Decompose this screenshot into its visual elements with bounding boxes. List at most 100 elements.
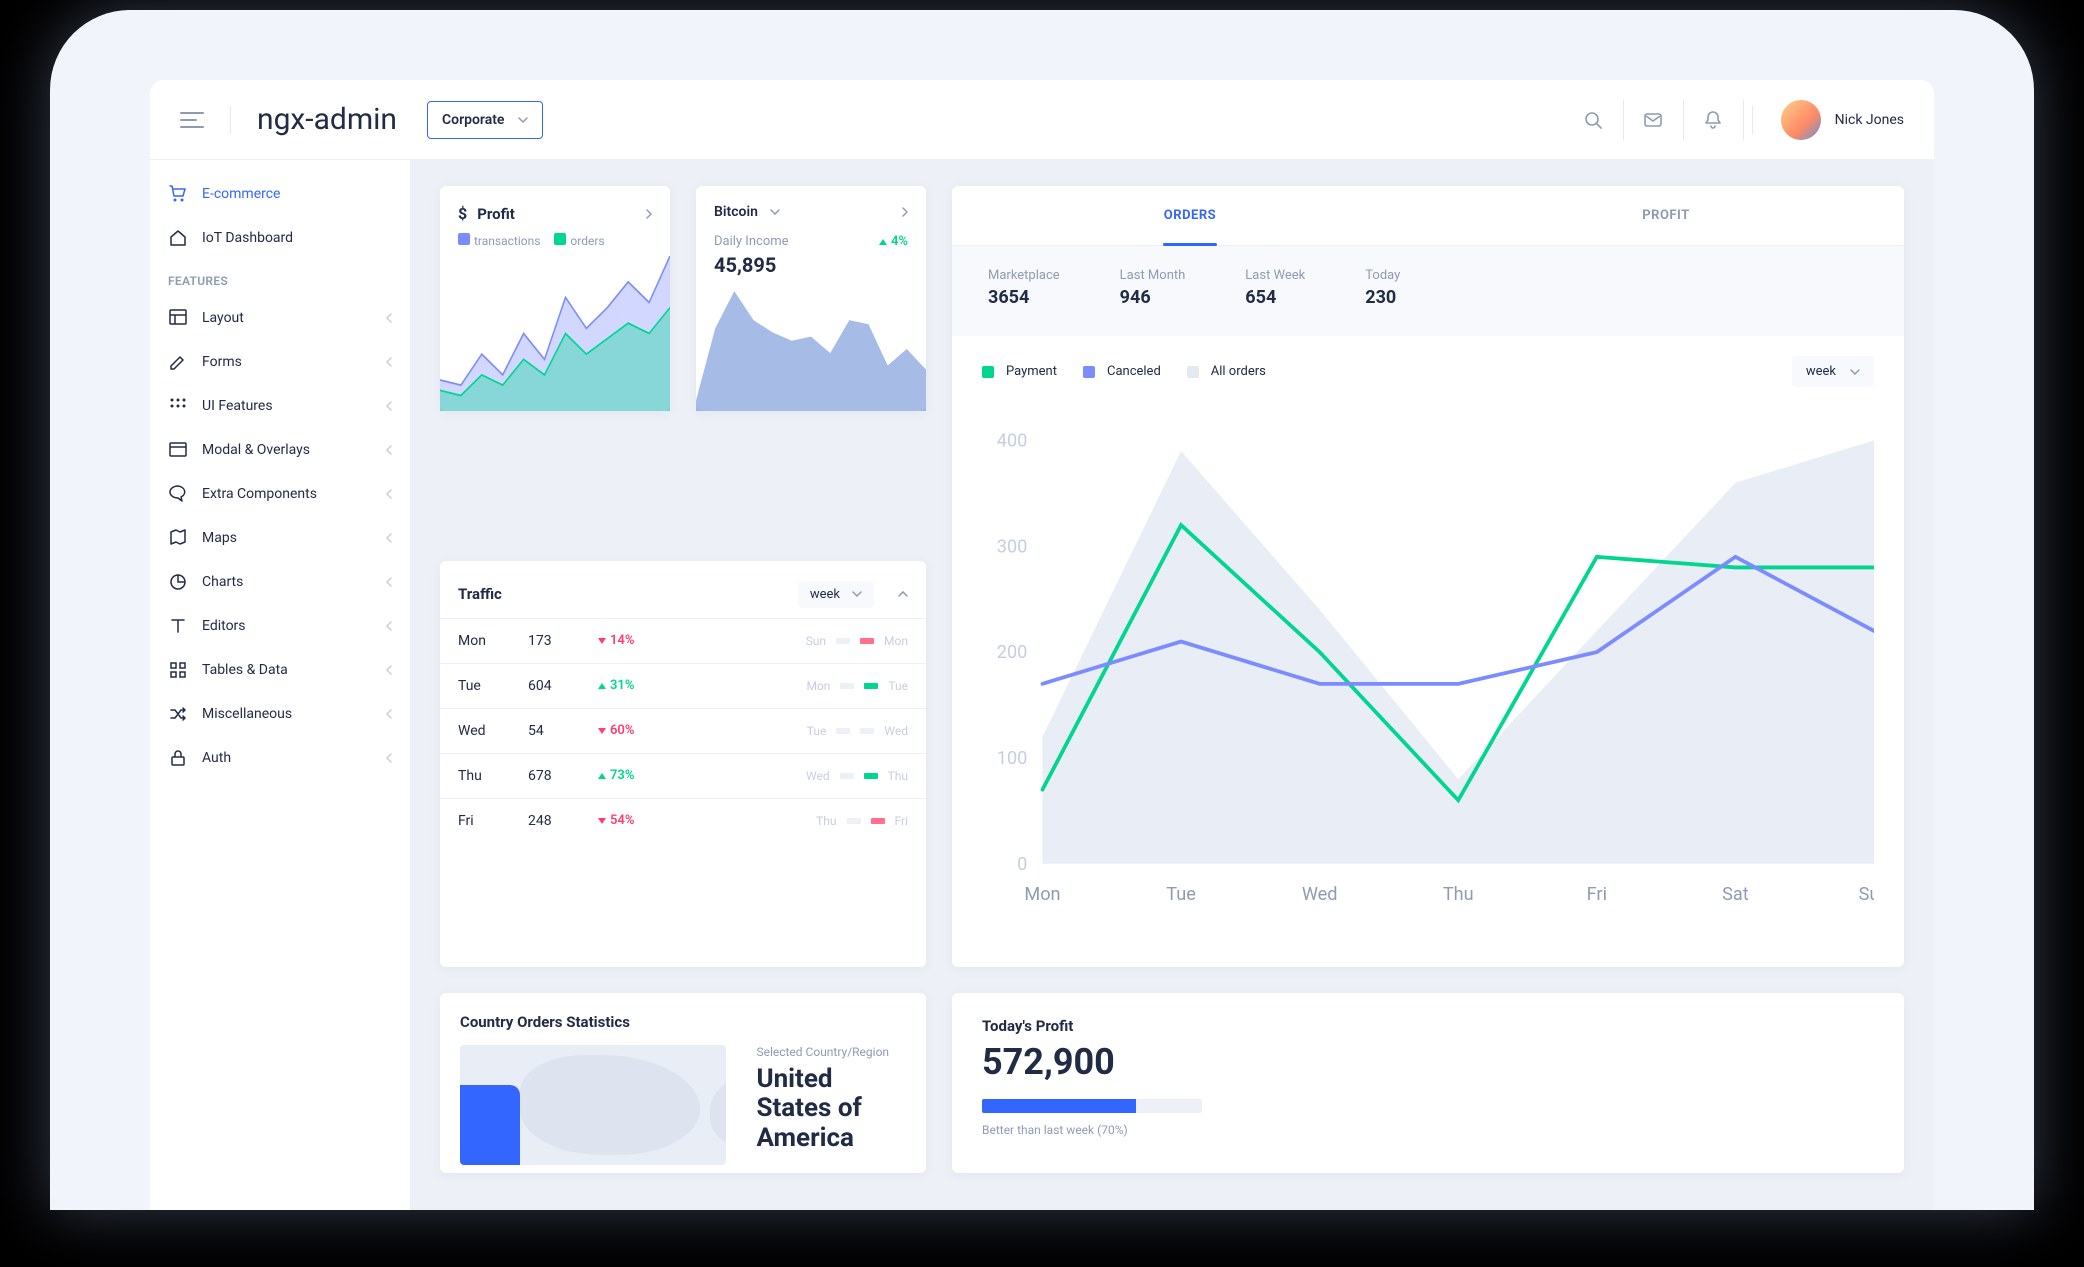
grid4-icon xyxy=(168,660,188,680)
chevron-down-icon xyxy=(770,209,780,215)
dollar-icon: $ xyxy=(458,204,467,223)
mail-button[interactable] xyxy=(1624,100,1684,140)
svg-text:Mon: Mon xyxy=(1024,884,1060,905)
legend-swatch xyxy=(554,233,566,245)
traffic-delta: 60% xyxy=(598,723,678,738)
theme-select-label: Corporate xyxy=(442,112,504,128)
legend-swatch xyxy=(982,366,994,378)
sidebar-item-miscellaneous[interactable]: Miscellaneous xyxy=(150,692,410,736)
theme-select[interactable]: Corporate xyxy=(427,101,543,139)
bitcoin-card: Bitcoin Daily Income 4% 45,895 xyxy=(696,186,926,411)
country-card-title: Country Orders Statistics xyxy=(460,1013,906,1031)
crypto-select-label: Bitcoin xyxy=(714,204,758,220)
bitcoin-expand[interactable] xyxy=(902,207,908,217)
legend-swatch xyxy=(1083,366,1095,378)
sidebar-item-label: Forms xyxy=(202,354,242,370)
sidebar-item-label: Layout xyxy=(202,310,244,326)
today-profit-title: Today's Profit xyxy=(982,1017,1874,1035)
sidebar-item-tables-data[interactable]: Tables & Data xyxy=(150,648,410,692)
caret-up-icon xyxy=(879,239,887,245)
caret-down-icon xyxy=(598,728,606,734)
legend-item: Payment xyxy=(982,364,1057,379)
notifications-button[interactable] xyxy=(1684,100,1744,140)
mail-icon xyxy=(1644,113,1662,127)
search-icon xyxy=(1584,111,1602,129)
sidebar-item-modal-overlays[interactable]: Modal & Overlays xyxy=(150,428,410,472)
traffic-delta: 54% xyxy=(598,813,678,828)
sidebar-item-label: Modal & Overlays xyxy=(202,442,310,458)
menu-toggle[interactable] xyxy=(180,108,204,132)
traffic-value: 678 xyxy=(528,768,598,784)
traffic-row: Mon173 14%SunMon xyxy=(440,618,926,663)
traffic-compare: ThuFri xyxy=(678,814,908,828)
browser-icon xyxy=(168,440,188,460)
tab-orders[interactable]: ORDERS xyxy=(952,186,1428,245)
sidebar-item-layout[interactable]: Layout xyxy=(150,296,410,340)
summary-marketplace: Marketplace3654 xyxy=(988,268,1060,308)
sidebar-item-charts[interactable]: Charts xyxy=(150,560,410,604)
traffic-value: 604 xyxy=(528,678,598,694)
traffic-card: Traffic week Mon173 14%SunMonTue604 31%M… xyxy=(440,561,926,967)
orders-period-select[interactable]: week xyxy=(1792,356,1874,387)
orders-chart: 0100200300400MonTueWedThuFriSatSun xyxy=(982,403,1874,947)
traffic-delta: 31% xyxy=(598,678,678,693)
sidebar-item-forms[interactable]: Forms xyxy=(150,340,410,384)
svg-text:300: 300 xyxy=(997,536,1028,557)
sidebar-item-label: Charts xyxy=(202,574,243,590)
caret-down-icon xyxy=(598,638,606,644)
chevron-left-icon xyxy=(386,401,392,411)
spark-bar-curr xyxy=(871,818,885,824)
orders-period-label: week xyxy=(1806,364,1836,379)
svg-text:Fri: Fri xyxy=(1587,884,1607,905)
traffic-period-select[interactable]: week xyxy=(798,581,874,608)
chevron-up-icon xyxy=(898,591,908,597)
legend-item: orders xyxy=(554,233,604,248)
daily-income-label: Daily Income xyxy=(714,234,789,249)
legend-item: transactions xyxy=(458,233,540,248)
user-avatar[interactable] xyxy=(1781,100,1821,140)
sidebar-item-label: E-commerce xyxy=(202,186,280,202)
caret-up-icon xyxy=(598,773,606,779)
traffic-row: Thu678 73%WedThu xyxy=(440,753,926,798)
caret-up-icon xyxy=(598,683,606,689)
svg-text:100: 100 xyxy=(997,748,1028,769)
chevron-down-icon xyxy=(852,591,862,597)
svg-text:Thu: Thu xyxy=(1443,884,1474,905)
chevron-left-icon xyxy=(386,753,392,763)
today-profit-note: Better than last week (70%) xyxy=(982,1123,1874,1137)
world-map[interactable] xyxy=(460,1045,726,1165)
svg-text:Tue: Tue xyxy=(1166,884,1196,905)
user-name: Nick Jones xyxy=(1835,112,1904,128)
tab-profit[interactable]: PROFIT xyxy=(1428,186,1904,245)
chevron-left-icon xyxy=(386,357,392,367)
legend-item: Canceled xyxy=(1083,364,1161,379)
traffic-value: 173 xyxy=(528,633,598,649)
traffic-day: Thu xyxy=(458,768,528,784)
summary-last-month: Last Month946 xyxy=(1120,268,1186,308)
sidebar-heading: FEATURES xyxy=(150,260,410,296)
traffic-day: Mon xyxy=(458,633,528,649)
traffic-collapse[interactable] xyxy=(898,591,908,597)
sidebar-item-extra-components[interactable]: Extra Components xyxy=(150,472,410,516)
country-orders-card: Country Orders Statistics Selected Count… xyxy=(440,993,926,1173)
crypto-select[interactable]: Bitcoin xyxy=(714,204,780,220)
traffic-value: 248 xyxy=(528,813,598,829)
sidebar-item-ui-features[interactable]: UI Features xyxy=(150,384,410,428)
traffic-compare: TueWed xyxy=(678,724,908,738)
separator xyxy=(230,106,231,134)
traffic-row: Tue604 31%MonTue xyxy=(440,663,926,708)
sidebar-item-iot-dashboard[interactable]: IoT Dashboard xyxy=(150,216,410,260)
sidebar-item-label: Editors xyxy=(202,618,246,634)
grid-icon xyxy=(168,396,188,416)
sidebar-item-e-commerce[interactable]: E-commerce xyxy=(150,172,410,216)
search-button[interactable] xyxy=(1564,100,1624,140)
sidebar-item-auth[interactable]: Auth xyxy=(150,736,410,780)
bell-icon xyxy=(1705,111,1721,129)
summary-label: Last Month xyxy=(1120,268,1186,283)
summary-value: 230 xyxy=(1365,287,1400,308)
profit-expand[interactable] xyxy=(646,209,652,219)
sidebar-item-label: IoT Dashboard xyxy=(202,230,293,246)
sidebar-item-editors[interactable]: Editors xyxy=(150,604,410,648)
sidebar-item-maps[interactable]: Maps xyxy=(150,516,410,560)
traffic-value: 54 xyxy=(528,723,598,739)
